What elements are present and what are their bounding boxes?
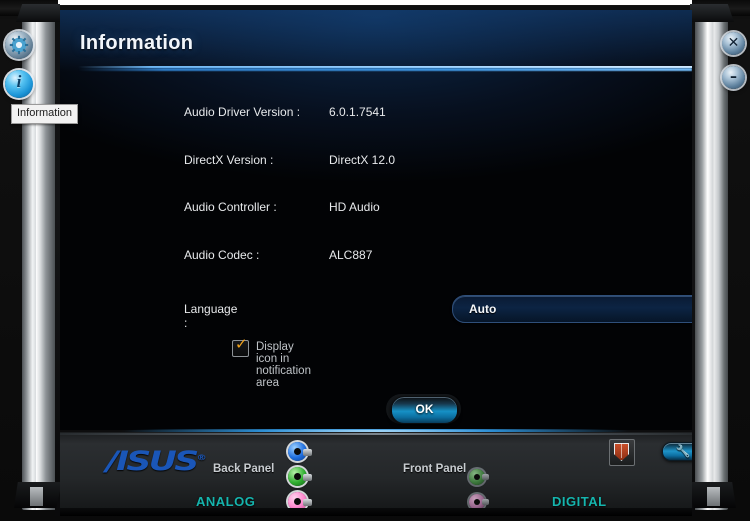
- info-value: ALC887: [329, 248, 373, 262]
- close-icon: ✕: [727, 35, 740, 51]
- ok-button-label: OK: [415, 402, 434, 416]
- info-label: Audio Codec :: [184, 248, 260, 262]
- info-icon: i: [16, 72, 22, 91]
- back-jack-green[interactable]: [288, 467, 312, 486]
- minimize-icon: –: [730, 69, 737, 85]
- top-highlight-strip: [58, 0, 692, 5]
- main-panel: Information Audio Driver Version : 6.0.1…: [60, 10, 692, 430]
- language-select[interactable]: Auto: [452, 295, 692, 323]
- info-value: 6.0.1.7541: [329, 105, 386, 119]
- device-settings-button[interactable]: 🔧: [662, 442, 692, 461]
- ok-button[interactable]: OK: [391, 396, 458, 424]
- asus-logo: /ISUS®: [106, 446, 207, 477]
- close-button[interactable]: ✕: [722, 32, 745, 55]
- gear-icon: [9, 35, 29, 55]
- left-foot-chip: [30, 487, 43, 506]
- bottom-bar-top-edge: [60, 433, 692, 435]
- sidebar-item-settings[interactable]: [5, 31, 33, 59]
- front-panel-label: Front Panel: [403, 463, 467, 475]
- right-foot-chip: [707, 487, 720, 506]
- sidebar-item-information[interactable]: i: [5, 70, 33, 98]
- window-chassis: Information Audio Driver Version : 6.0.1…: [0, 0, 750, 521]
- wrench-icon: 🔧: [675, 444, 691, 458]
- info-label: Audio Driver Version :: [184, 105, 301, 119]
- back-panel-label: Back Panel: [213, 463, 275, 475]
- info-row: Audio Controller : HD Audio: [184, 200, 684, 218]
- info-label: Audio Controller :: [184, 200, 277, 214]
- right-frame-cap: [690, 4, 734, 22]
- right-frame-post-highlight: [695, 10, 713, 510]
- check-icon: ✓: [235, 335, 248, 353]
- notification-checkbox-label: Display icon in notification area: [256, 341, 311, 389]
- minimize-button[interactable]: –: [722, 66, 745, 89]
- sidebar-tooltip: Information: [11, 104, 79, 124]
- back-jack-blue[interactable]: [288, 442, 312, 461]
- device-panel-bar: /ISUS® Back Panel Front Panel ANALOG DIG…: [60, 432, 692, 516]
- digital-label: DIGITAL: [552, 494, 607, 509]
- left-frame-post-highlight: [36, 10, 55, 510]
- info-row: DirectX Version : DirectX 12.0: [184, 153, 684, 171]
- analog-label: ANALOG: [196, 494, 256, 509]
- info-value: HD Audio: [329, 200, 380, 214]
- front-jack-green[interactable]: [469, 469, 489, 485]
- language-selected-value: Auto: [469, 302, 497, 316]
- bottom-bar-base: [60, 508, 692, 516]
- language-label: Language :: [184, 302, 238, 330]
- notification-checkbox[interactable]: ✓: [232, 335, 249, 357]
- info-value: DirectX 12.0: [329, 153, 396, 167]
- info-label: DirectX Version :: [184, 153, 274, 167]
- realtek-audio-manager-window: Information Audio Driver Version : 6.0.1…: [0, 0, 750, 521]
- info-row: Audio Driver Version : 6.0.1.7541: [184, 105, 684, 123]
- info-list: Audio Driver Version : 6.0.1.7541 Direct…: [60, 10, 692, 430]
- info-row: Audio Codec : ALC887: [184, 248, 684, 266]
- device-advanced-button[interactable]: [609, 439, 635, 466]
- left-frame-cap: [16, 4, 60, 22]
